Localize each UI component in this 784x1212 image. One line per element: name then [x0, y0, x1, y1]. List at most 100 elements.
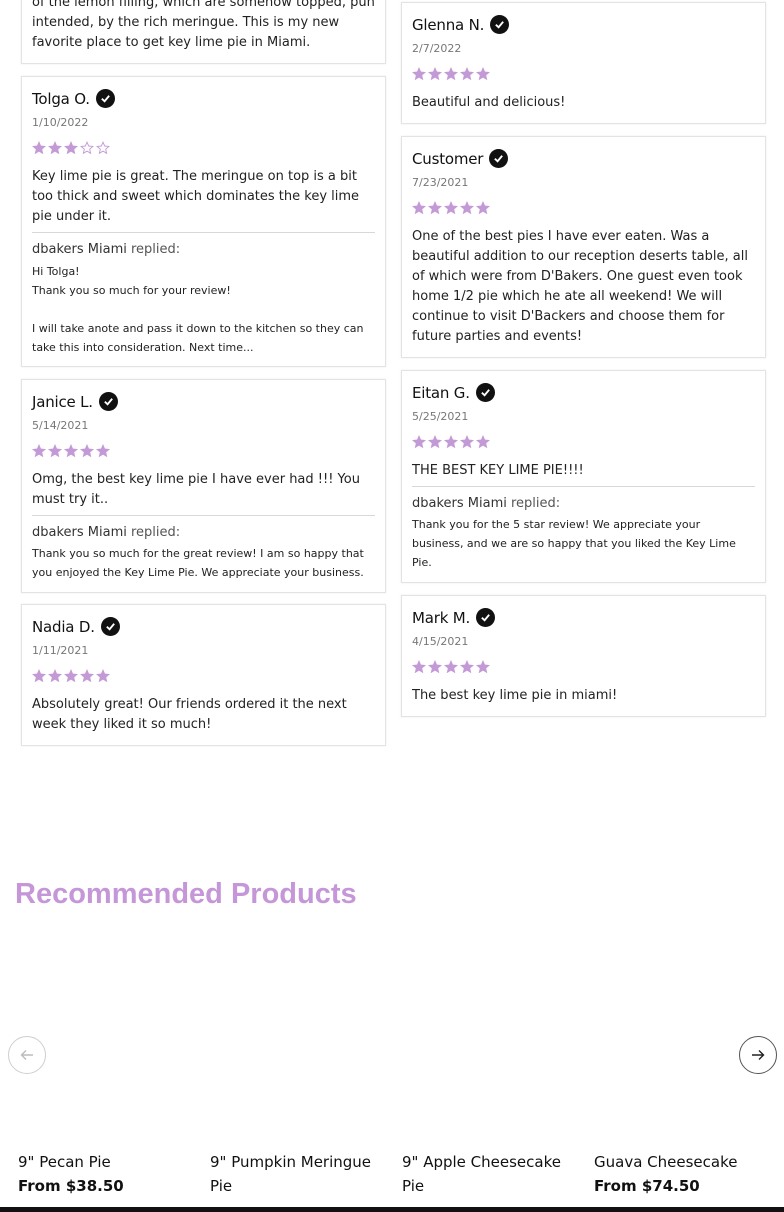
star-filled-icon [96, 444, 110, 458]
star-filled-icon [460, 435, 474, 449]
verified-check-icon [490, 15, 510, 34]
star-filled-icon [428, 67, 442, 81]
star-empty-icon [80, 141, 94, 155]
star-filled-icon [96, 669, 110, 683]
review-card: Glenna N. 2/7/2022 Beautiful and delicio… [401, 2, 766, 124]
arrow-right-icon [752, 1050, 765, 1060]
star-filled-icon [460, 201, 474, 215]
reply-header: dbakers Miami replied: [412, 496, 560, 511]
carousel-next-button[interactable] [739, 1036, 777, 1074]
review-body: Absolutely great! Our friends ordered it… [32, 697, 347, 732]
carousel-prev-button[interactable] [8, 1036, 46, 1074]
reply-author: dbakers Miami [32, 242, 127, 257]
review-date: 5/25/2021 [412, 410, 469, 423]
reply-divider [32, 232, 375, 233]
review-author: Tolga O. [32, 89, 90, 108]
reply-label: replied: [131, 242, 181, 257]
star-filled-icon [412, 201, 426, 215]
review-date: 2/7/2022 [412, 42, 462, 55]
review-card: Customer 7/23/2021 One of the best pies … [401, 136, 766, 358]
reply-author: dbakers Miami [412, 496, 507, 511]
star-filled-icon [48, 141, 62, 155]
star-rating [32, 669, 110, 683]
star-filled-icon [412, 67, 426, 81]
verified-check-icon [475, 383, 495, 402]
review-author: Customer [412, 149, 484, 168]
star-filled-icon [444, 67, 458, 81]
star-filled-icon [64, 669, 78, 683]
review-date: 5/14/2021 [32, 419, 89, 432]
product-price: From $38.50 [18, 1177, 124, 1195]
reply-text: Thank you so much for the great review! … [32, 547, 364, 579]
review-body: The best key lime pie in miami! [412, 688, 618, 703]
review-body: THE BEST KEY LIME PIE!!!! [412, 463, 584, 478]
review-date: 4/15/2021 [412, 635, 469, 648]
reply-author: dbakers Miami [32, 525, 127, 540]
reply-label: replied: [131, 525, 181, 540]
review-card: Eitan G. 5/25/2021 THE BEST KEY LIME PIE… [401, 370, 766, 583]
reply-divider [412, 486, 755, 487]
review-body: of the lemon filling, which are somehow … [32, 0, 375, 50]
arrow-left-icon [20, 1050, 33, 1060]
review-date: 1/11/2021 [32, 644, 89, 657]
star-filled-icon [80, 669, 94, 683]
star-filled-icon [64, 141, 78, 155]
product-name[interactable]: 9" Pecan Pie [18, 1150, 193, 1174]
star-filled-icon [412, 435, 426, 449]
star-filled-icon [428, 435, 442, 449]
star-filled-icon [476, 660, 490, 674]
review-card: of the lemon filling, which are somehow … [21, 0, 386, 64]
review-card: Janice L. 5/14/2021 Omg, the best key li… [21, 379, 386, 593]
star-rating [412, 67, 490, 81]
product-card[interactable]: Guava Cheesecake From $74.50 [594, 1150, 769, 1195]
star-filled-icon [32, 444, 46, 458]
star-filled-icon [444, 660, 458, 674]
bottom-bar [0, 1207, 784, 1212]
star-filled-icon [80, 444, 94, 458]
product-card[interactable]: 9" Pumpkin Meringue Pie [210, 1150, 385, 1201]
review-body: One of the best pies I have ever eaten. … [412, 229, 748, 344]
star-filled-icon [444, 201, 458, 215]
star-filled-icon [428, 201, 442, 215]
review-author: Glenna N. [412, 15, 485, 34]
star-filled-icon [476, 435, 490, 449]
verified-check-icon [98, 392, 118, 411]
verified-check-icon [100, 617, 120, 636]
star-filled-icon [48, 669, 62, 683]
product-card[interactable]: 9" Apple Cheesecake Pie [402, 1150, 577, 1201]
review-card: Nadia D. 1/11/2021 Absolutely great! Our… [21, 604, 386, 746]
star-filled-icon [476, 67, 490, 81]
review-body: Key lime pie is great. The meringue on t… [32, 169, 360, 224]
review-author: Nadia D. [32, 617, 95, 636]
reply-divider [32, 515, 375, 516]
star-rating [412, 435, 490, 449]
verified-check-icon [476, 608, 496, 627]
reply-header: dbakers Miami replied: [32, 242, 180, 257]
review-author: Mark M. [412, 608, 471, 627]
review-author: Eitan G. [412, 383, 470, 402]
star-empty-icon [96, 141, 110, 155]
product-name[interactable]: Guava Cheesecake [594, 1150, 769, 1174]
star-filled-icon [32, 669, 46, 683]
product-name[interactable]: 9" Pumpkin Meringue Pie [210, 1150, 385, 1198]
product-name[interactable]: 9" Apple Cheesecake Pie [402, 1150, 577, 1198]
recommended-title: Recommended Products [15, 878, 357, 910]
product-price: From $74.50 [594, 1177, 700, 1195]
star-rating [412, 660, 490, 674]
star-filled-icon [444, 435, 458, 449]
review-body: Beautiful and delicious! [412, 95, 566, 110]
product-card[interactable]: 9" Pecan Pie From $38.50 [18, 1150, 193, 1195]
star-filled-icon [460, 660, 474, 674]
star-rating [32, 141, 110, 155]
verified-check-icon [95, 89, 115, 108]
review-author: Janice L. [32, 392, 93, 411]
reply-header: dbakers Miami replied: [32, 525, 180, 540]
reply-text: Hi Tolga! Thank you so much for your rev… [32, 265, 364, 354]
review-card: Tolga O. 1/10/2022 Key lime pie is great… [21, 76, 386, 367]
review-date: 1/10/2022 [32, 116, 89, 129]
star-filled-icon [476, 201, 490, 215]
star-filled-icon [428, 660, 442, 674]
star-filled-icon [32, 141, 46, 155]
star-filled-icon [48, 444, 62, 458]
star-filled-icon [460, 67, 474, 81]
